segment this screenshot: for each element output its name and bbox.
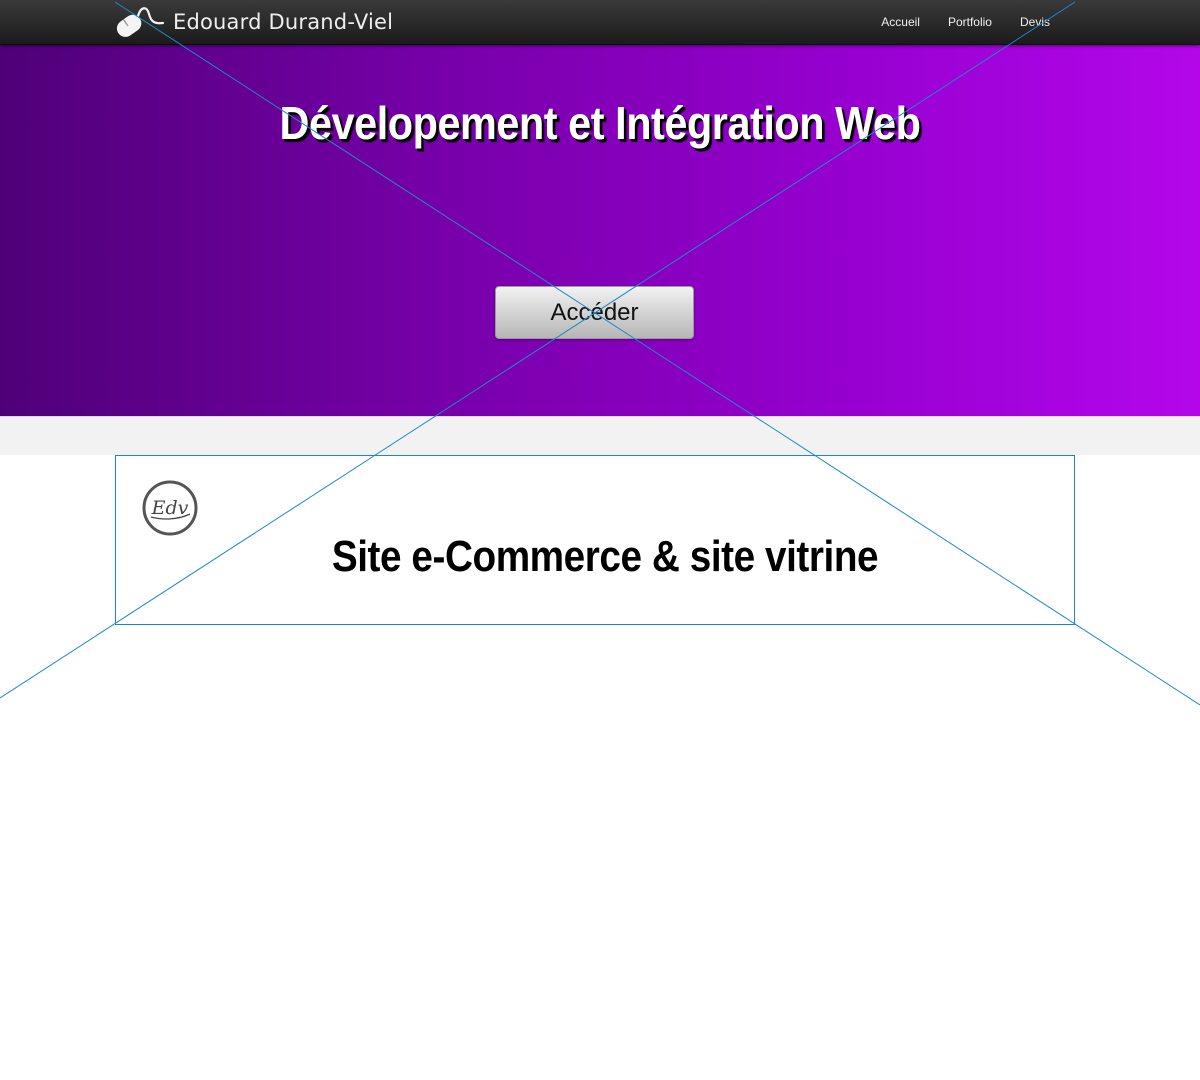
nav-link-devis[interactable]: Devis	[1020, 15, 1050, 29]
nav-item-accueil: Accueil	[881, 13, 920, 31]
main-nav: Accueil Portfolio Devis	[853, 0, 1050, 44]
edv-logo-icon: Edv	[142, 480, 198, 536]
top-navbar: Edouard Durand-Viel Accueil Portfolio De…	[0, 0, 1200, 45]
acceder-button[interactable]: Accéder	[495, 286, 694, 339]
nav-link-portfolio[interactable]: Portfolio	[948, 15, 992, 29]
edv-logo-text: Edv	[151, 497, 189, 519]
service-box: Edv Site e-Commerce & site vitrine	[115, 455, 1075, 625]
nav-link-accueil[interactable]: Accueil	[881, 15, 920, 29]
brand-link[interactable]: Edouard Durand-Viel	[114, 2, 393, 42]
brand-name: Edouard Durand-Viel	[173, 10, 394, 34]
separator-band	[0, 416, 1200, 455]
hero-banner: Dévelopement et Intégration Web Accéder	[0, 44, 1200, 416]
section-title: Site e-Commerce & site vitrine	[331, 532, 879, 581]
hero-title: Dévelopement et Intégration Web	[279, 97, 921, 149]
mouse-icon	[116, 7, 165, 37]
nav-item-portfolio: Portfolio	[948, 13, 992, 31]
nav-item-devis: Devis	[1020, 13, 1050, 31]
